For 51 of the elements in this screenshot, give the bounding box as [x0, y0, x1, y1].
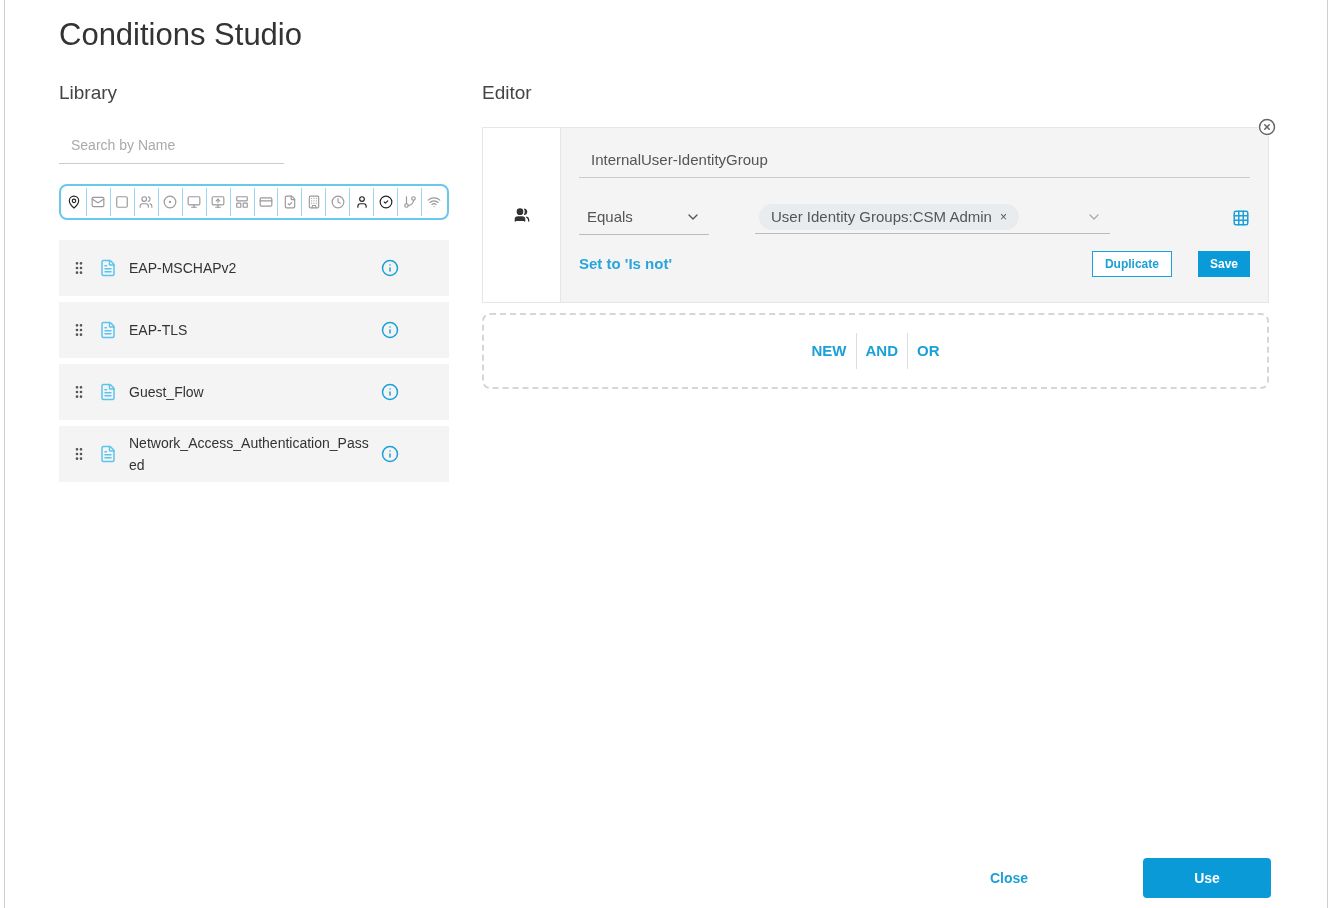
- document-icon: [99, 321, 117, 340]
- clock-icon[interactable]: [330, 195, 345, 210]
- info-icon[interactable]: [381, 259, 399, 278]
- info-icon[interactable]: [381, 321, 399, 340]
- document-icon: [99, 259, 117, 278]
- search-field[interactable]: Search by Name: [59, 127, 284, 165]
- condition-name: Guest_Flow: [129, 383, 205, 403]
- square-icon[interactable]: [115, 195, 130, 210]
- user-icon[interactable]: [354, 195, 369, 210]
- value-dropdown[interactable]: User Identity Groups:CSM Admin ×: [755, 200, 1110, 235]
- negate-link[interactable]: Set to 'Is not': [579, 253, 672, 276]
- check-circle-icon[interactable]: [378, 195, 393, 210]
- action-button[interactable]: Duplicate: [1091, 251, 1172, 278]
- close-icon[interactable]: [1258, 118, 1276, 137]
- condition-name: EAP-MSCHAPv2: [129, 259, 238, 279]
- close-link[interactable]: Close: [945, 858, 1073, 898]
- users-icon[interactable]: [139, 195, 154, 210]
- library-item[interactable]: EAP-MSCHAPv2: [59, 240, 449, 297]
- value-tag: User Identity Groups:CSM Admin ×: [759, 203, 1019, 231]
- condition-name: EAP-TLS: [129, 321, 189, 341]
- section-heading: Library: [59, 80, 118, 105]
- section-heading: Editor: [482, 80, 532, 105]
- operator-dropdown[interactable]: Equals: [579, 199, 709, 236]
- add-action-button[interactable]: NEW: [802, 333, 856, 370]
- library-item[interactable]: EAP-TLS: [59, 302, 449, 359]
- action-button[interactable]: Save: [1197, 251, 1250, 278]
- add-action-button[interactable]: AND: [855, 333, 907, 370]
- wifi-icon[interactable]: [426, 195, 441, 210]
- mail-icon[interactable]: [91, 195, 106, 210]
- document-icon: [99, 383, 117, 402]
- action-button[interactable]: Use: [1143, 858, 1271, 898]
- grid-icon[interactable]: [1232, 208, 1250, 227]
- library-item[interactable]: Network_Access_Authentication_Passed: [59, 426, 449, 483]
- document-icon: [99, 445, 117, 464]
- map-pin-icon[interactable]: [67, 195, 82, 210]
- add-action-button[interactable]: OR: [907, 333, 949, 370]
- circle-icon[interactable]: [163, 195, 178, 210]
- card-icon[interactable]: [258, 195, 273, 210]
- monitor-icon[interactable]: [187, 195, 202, 210]
- condition-name: Network_Access_Authentication_Passed: [129, 434, 369, 476]
- panel-icon[interactable]: [235, 195, 250, 210]
- attribute-field[interactable]: InternalUser-IdentityGroup: [579, 144, 1250, 178]
- monitor-icon[interactable]: [211, 195, 226, 210]
- info-icon[interactable]: [381, 383, 399, 402]
- dialog-title: Conditions Studio: [59, 16, 302, 54]
- library-item[interactable]: Guest_Flow: [59, 364, 449, 421]
- info-icon[interactable]: [381, 445, 399, 464]
- building-icon[interactable]: [306, 195, 321, 210]
- branch-icon[interactable]: [402, 195, 417, 210]
- document-icon[interactable]: [282, 195, 297, 210]
- users-icon: [513, 207, 530, 224]
